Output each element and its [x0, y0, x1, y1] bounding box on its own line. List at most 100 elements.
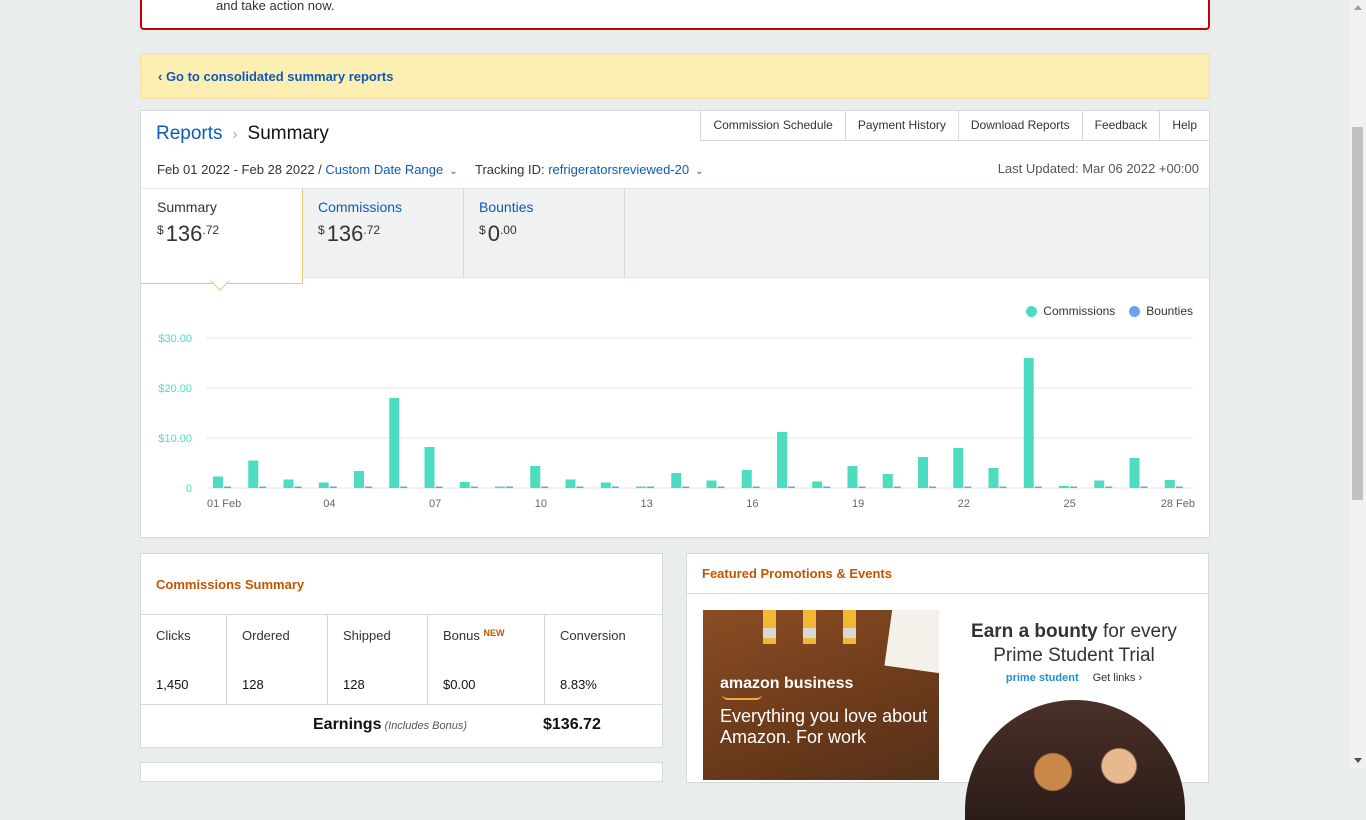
bar-bounties[interactable]: [752, 486, 760, 489]
bar-bounties[interactable]: [929, 486, 936, 489]
metric-tab-bounties[interactable]: Bounties $0.00: [463, 189, 625, 278]
metric-tabs: Summary $136.72 Commissions $136.72 Boun…: [141, 188, 1209, 284]
bar-commissions[interactable]: [565, 479, 576, 489]
bar-bounties[interactable]: [999, 486, 1007, 489]
tracking-chevron-down-icon[interactable]: ⌄: [695, 166, 703, 177]
bar-bounties[interactable]: [823, 486, 831, 489]
bar-bounties[interactable]: [893, 486, 901, 489]
bar-bounties[interactable]: [435, 486, 443, 489]
tab-feedback[interactable]: Feedback: [1083, 111, 1161, 140]
bar-bounties[interactable]: [470, 486, 478, 489]
scroll-up-arrow-icon[interactable]: [1354, 5, 1362, 10]
next-card: [140, 762, 663, 782]
metric-label: Bounties: [479, 199, 534, 215]
bar-bounties[interactable]: [682, 486, 690, 489]
bar-commissions[interactable]: [213, 476, 223, 489]
bar-bounties[interactable]: [1175, 486, 1183, 489]
bar-commissions[interactable]: [988, 468, 999, 488]
date-chevron-down-icon[interactable]: ⌄: [449, 166, 457, 177]
bar-commissions[interactable]: [318, 482, 329, 489]
bar-commissions[interactable]: [918, 457, 928, 488]
x-tick-label: 16: [746, 498, 758, 510]
bar-commissions[interactable]: [953, 448, 964, 488]
bar-bounties[interactable]: [1070, 486, 1077, 489]
tracking-id-dropdown[interactable]: refrigeratorsreviewed-20: [548, 162, 689, 177]
commissions-summary-card: Commissions Summary Clicks 1,450 Ordered…: [140, 553, 663, 748]
bar-commissions[interactable]: [459, 482, 470, 488]
bar-commissions[interactable]: [248, 460, 259, 489]
tab-commission-schedule[interactable]: Commission Schedule: [701, 111, 846, 140]
bar-commissions[interactable]: [1023, 358, 1034, 488]
bar-commissions[interactable]: [495, 486, 505, 489]
bar-bounties[interactable]: [1034, 486, 1042, 489]
bar-bounties[interactable]: [858, 486, 866, 489]
bar-bounties[interactable]: [294, 486, 302, 489]
bar-commissions[interactable]: [1059, 486, 1069, 488]
bar-commissions[interactable]: [1094, 480, 1105, 489]
bar-bounties[interactable]: [365, 486, 372, 489]
stat-label: Clicks: [156, 628, 191, 643]
breadcrumb-reports-link[interactable]: Reports: [156, 123, 223, 144]
bar-commissions[interactable]: [671, 473, 682, 488]
bar-commissions[interactable]: [847, 466, 858, 488]
bar-commissions[interactable]: [636, 486, 646, 489]
stat-label: Ordered: [242, 628, 290, 643]
amount-decimal: .00: [499, 223, 517, 237]
bar-commissions[interactable]: [741, 470, 752, 488]
bar-commissions[interactable]: [389, 398, 400, 488]
bar-commissions[interactable]: [1164, 480, 1175, 488]
bar-commissions[interactable]: [354, 471, 364, 488]
tab-payment-history[interactable]: Payment History: [846, 111, 959, 140]
bar-bounties[interactable]: [964, 486, 972, 489]
page-scrollbar[interactable]: [1349, 0, 1366, 768]
bar-commissions[interactable]: [812, 481, 823, 489]
scrollbar-thumb[interactable]: [1352, 127, 1363, 500]
bar-bounties[interactable]: [224, 486, 231, 489]
prime-student-promo[interactable]: Earn a bounty for every Prime Student Tr…: [949, 610, 1199, 820]
bar-bounties[interactable]: [647, 486, 654, 489]
y-tick-label: 0: [186, 483, 192, 495]
currency-symbol: $: [157, 223, 164, 237]
bar-bounties[interactable]: [329, 486, 337, 489]
tracking-id-label: Tracking ID:: [474, 162, 545, 177]
bar-bounties[interactable]: [506, 486, 513, 489]
get-links-link[interactable]: Get links ›: [1093, 672, 1143, 684]
bar-commissions[interactable]: [283, 479, 294, 489]
metric-tab-commissions[interactable]: Commissions $136.72: [302, 189, 464, 278]
bar-commissions[interactable]: [424, 447, 435, 488]
metric-amount: $0.00: [479, 221, 608, 247]
bar-commissions[interactable]: [706, 480, 717, 489]
earnings-bar-chart: 0 $10.00 $20.00 $30.00 01 Feb 04 07 10 13 16 19 22 2…: [158, 333, 1195, 510]
stat-value: 128: [242, 677, 264, 692]
tab-help[interactable]: Help: [1160, 111, 1209, 140]
bar-bounties[interactable]: [259, 486, 267, 489]
amazon-business-tagline: Everything you love about Amazon. For wo…: [720, 706, 928, 747]
amazon-business-promo[interactable]: amazon business Everything you love abou…: [703, 610, 939, 780]
bar-commissions[interactable]: [600, 482, 611, 489]
custom-date-range-dropdown[interactable]: Custom Date Range: [325, 162, 443, 177]
bar-bounties[interactable]: [788, 486, 795, 489]
legend-item-bounties[interactable]: Bounties: [1129, 304, 1193, 318]
bar-bounties[interactable]: [1105, 486, 1113, 489]
bar-commissions[interactable]: [1129, 458, 1140, 488]
bar-commissions[interactable]: [530, 466, 541, 488]
legend-item-commissions[interactable]: Commissions: [1026, 304, 1115, 318]
bar-commissions[interactable]: [777, 432, 787, 488]
metric-tab-summary[interactable]: Summary $136.72: [141, 189, 303, 284]
bar-bounties[interactable]: [1140, 486, 1148, 489]
bonus-label: Bonus: [443, 628, 480, 643]
breadcrumb-separator-icon: ›: [232, 126, 238, 143]
bar-bounties[interactable]: [576, 486, 584, 489]
bar-bounties[interactable]: [717, 486, 725, 489]
headline-bold: Earn a bounty: [971, 621, 1098, 642]
bar-commissions[interactable]: [882, 474, 893, 488]
bar-bounties[interactable]: [541, 486, 549, 489]
stat-value: 128: [343, 677, 365, 692]
tab-download-reports[interactable]: Download Reports: [959, 111, 1083, 140]
bar-bounties[interactable]: [611, 486, 619, 489]
stat-label: Bonus NEW: [443, 628, 529, 643]
consolidated-reports-link[interactable]: ‹ Go to consolidated summary reports: [158, 69, 394, 84]
chart-legend: Commissions Bounties: [1026, 304, 1193, 318]
scroll-down-arrow-icon[interactable]: [1354, 758, 1362, 763]
bar-bounties[interactable]: [400, 486, 408, 489]
